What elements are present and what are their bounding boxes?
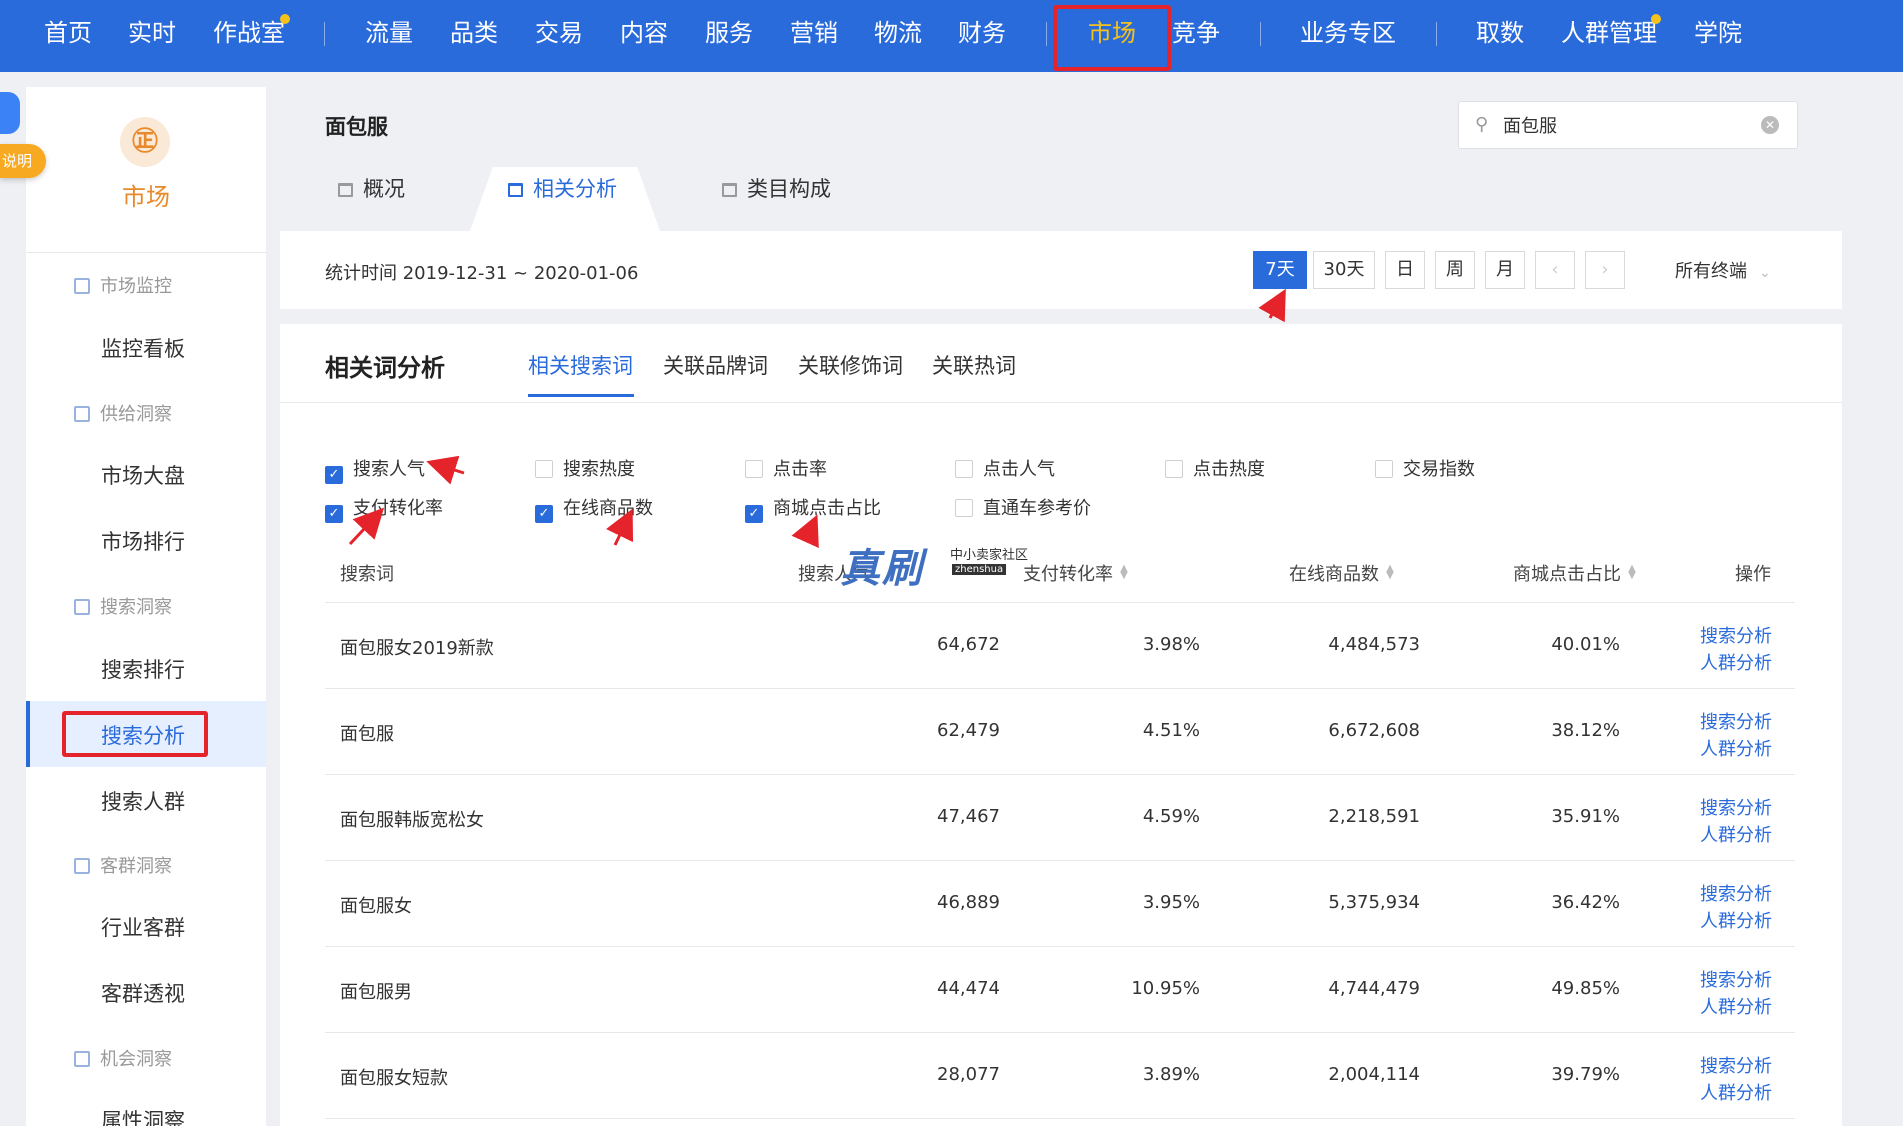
arrow-to-7d [1258,288,1286,323]
arrow-to-pay-conversion [348,507,385,546]
arrow-to-online-items [606,508,634,546]
annotation-arrows [348,288,1286,549]
arrow-to-search-popularity [426,455,465,485]
arrow-to-mall-click-share [791,514,819,549]
